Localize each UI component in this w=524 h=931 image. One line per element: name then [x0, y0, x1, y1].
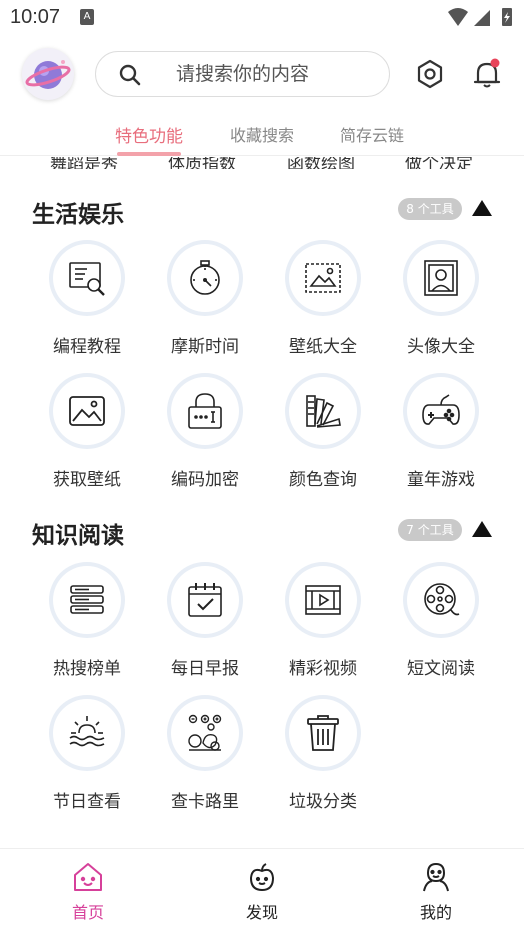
status-icons — [448, 8, 512, 26]
settings-hexagon-icon[interactable] — [410, 54, 450, 94]
status-time: 10:07 — [10, 6, 61, 28]
image-icon — [69, 396, 105, 426]
tool-label: 编程教程 — [53, 337, 121, 357]
app-logo-avatar[interactable] — [22, 48, 74, 100]
partial-tool-label[interactable]: 体质指数 — [168, 157, 236, 169]
tool-label: 精彩视频 — [289, 659, 357, 679]
film-reel-icon — [424, 583, 460, 616]
search-input[interactable] — [176, 52, 376, 96]
tool-childhood-games[interactable]: 童年游戏 — [386, 373, 496, 498]
calorie-food-icon — [188, 714, 222, 751]
calendar-check-icon — [188, 583, 222, 617]
tab-active-indicator — [117, 152, 181, 156]
wallpaper-icon — [305, 263, 341, 293]
nav-label: 首页 — [71, 903, 104, 922]
nav-label: 发现 — [245, 903, 278, 922]
home-icon — [74, 863, 102, 891]
sunrise-icon — [69, 716, 105, 747]
tool-short-reading[interactable]: 短文阅读 — [386, 562, 496, 687]
tool-morse-time[interactable]: 摩斯时间 — [150, 240, 260, 365]
tool-label: 垃圾分类 — [289, 792, 357, 812]
tool-daily-briefing[interactable]: 每日早报 — [150, 562, 260, 687]
tab-favorites-search[interactable]: 收藏搜索 — [230, 122, 294, 146]
trash-icon — [307, 715, 339, 751]
notification-bell-icon[interactable] — [467, 54, 507, 94]
bottom-nav: 首页 发现 我的 — [0, 848, 524, 931]
tool-label: 编码加密 — [171, 470, 239, 490]
tool-label: 获取壁纸 — [53, 470, 121, 490]
tool-label: 短文阅读 — [407, 659, 475, 679]
tool-label: 查卡路里 — [171, 792, 239, 812]
tool-label: 颜色查询 — [289, 470, 357, 490]
tool-get-wallpaper[interactable]: 获取壁纸 — [32, 373, 142, 498]
video-icon — [305, 585, 341, 615]
lock-icon — [188, 393, 222, 429]
nav-home[interactable]: 首页 — [28, 849, 148, 929]
wifi-icon — [448, 8, 468, 26]
section-title-life-entertainment: 生活娱乐 — [32, 202, 124, 228]
tool-label: 头像大全 — [407, 337, 475, 357]
tool-avatar-collection[interactable]: 头像大全 — [386, 240, 496, 365]
discover-icon — [249, 863, 275, 892]
tab-cloud-links[interactable]: 简存云链 — [340, 122, 404, 146]
header — [0, 40, 524, 110]
tool-holiday-lookup[interactable]: 节日查看 — [32, 695, 142, 820]
search-bar[interactable] — [95, 51, 390, 97]
tool-label: 童年游戏 — [407, 470, 475, 490]
tool-calorie-lookup[interactable]: 查卡路里 — [150, 695, 260, 820]
tool-label: 热搜榜单 — [53, 659, 121, 679]
tool-color-lookup[interactable]: 颜色查询 — [268, 373, 378, 498]
partial-tool-label[interactable]: 舞蹈是秀 — [50, 157, 118, 169]
status-notification-icon: A — [80, 9, 94, 25]
collapse-triangle-icon[interactable] — [471, 519, 493, 539]
status-bar: 10:07 A — [0, 0, 524, 36]
gamepad-icon — [422, 394, 460, 425]
tab-bar: 特色功能 收藏搜索 简存云链 — [0, 114, 524, 156]
tool-label: 摩斯时间 — [171, 337, 239, 357]
tab-featured[interactable]: 特色功能 — [115, 122, 183, 147]
nav-label: 我的 — [419, 903, 452, 922]
nav-profile[interactable]: 我的 — [376, 849, 496, 929]
tool-label: 节日查看 — [53, 792, 121, 812]
tool-count-badge: 8 个工具 — [398, 198, 462, 220]
profile-icon — [423, 862, 449, 892]
server-list-icon — [70, 585, 104, 614]
search-icon — [119, 64, 141, 86]
tool-wallpaper-collection[interactable]: 壁纸大全 — [268, 240, 378, 365]
notification-dot — [490, 58, 500, 68]
partial-tool-label[interactable]: 做个决定 — [405, 157, 473, 169]
collapse-triangle-icon[interactable] — [471, 198, 493, 218]
tool-count-badge: 7 个工具 — [398, 519, 462, 541]
stopwatch-icon — [190, 260, 220, 295]
signal-icon — [474, 10, 490, 26]
tool-label: 每日早报 — [171, 659, 239, 679]
tool-hot-search-list[interactable]: 热搜榜单 — [32, 562, 142, 687]
section-title-knowledge-reading: 知识阅读 — [32, 523, 124, 549]
tool-garbage-sorting[interactable]: 垃圾分类 — [268, 695, 378, 820]
planet-icon — [25, 60, 71, 89]
partial-tool-row: 舞蹈是秀 体质指数 函数绘图 做个决定 — [0, 157, 524, 169]
tool-encode-encrypt[interactable]: 编码加密 — [150, 373, 260, 498]
tool-label: 壁纸大全 — [289, 337, 357, 357]
tool-coding-tutorial[interactable]: 编程教程 — [32, 240, 142, 365]
coding-tutorial-icon — [69, 262, 105, 296]
partial-tool-label[interactable]: 函数绘图 — [287, 157, 355, 169]
tool-featured-videos[interactable]: 精彩视频 — [268, 562, 378, 687]
color-palette-icon — [306, 395, 341, 428]
nav-discover[interactable]: 发现 — [202, 849, 322, 929]
avatar-portrait-icon — [424, 260, 458, 296]
